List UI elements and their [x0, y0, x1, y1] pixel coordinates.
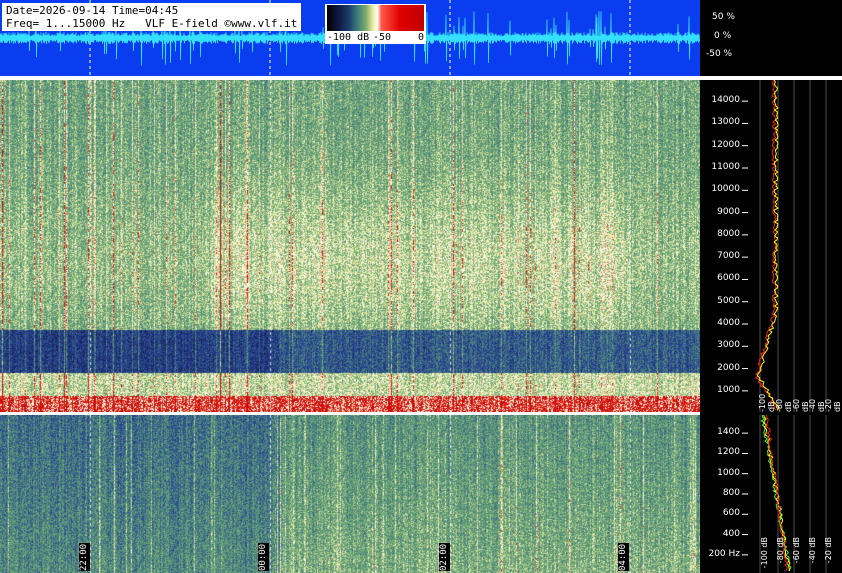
- time-label-0400: 04:00: [618, 543, 629, 571]
- scale-label-min: -100 dB: [327, 32, 369, 43]
- time-label-0000: 00:00: [258, 543, 269, 571]
- color-scale-legend: -100 dB -50 0: [325, 4, 426, 44]
- scale-label-mid: -50: [373, 32, 391, 43]
- db-label: -20 dB: [824, 537, 833, 563]
- freq-label: 10000: [700, 184, 740, 194]
- amp-label-0: 0 %: [714, 31, 731, 41]
- freq-label: 7000: [700, 251, 740, 261]
- db-label: -80 dB: [776, 537, 785, 563]
- freq-label: 3000: [700, 340, 740, 350]
- freq-label: 2000: [700, 363, 740, 373]
- freq-label: 800: [700, 488, 740, 498]
- freq-label: 6000: [700, 273, 740, 283]
- freq-label: 5000: [700, 296, 740, 306]
- freq-label: 600: [700, 508, 740, 518]
- freq-label: 400: [700, 529, 740, 539]
- freq-label: 200 Hz: [700, 549, 740, 559]
- freq-axis-wideband: -100 dB -80 dB -60 dB -40 dB -20 dB 1400…: [700, 80, 842, 412]
- color-scale-bar: [327, 5, 424, 31]
- time-label-0200: 02:00: [439, 543, 450, 571]
- freq-label: 1000: [700, 468, 740, 478]
- freq-label: 8000: [700, 229, 740, 239]
- db-label: -20 dB: [824, 386, 842, 412]
- amplitude-axis: 50 % 0 % -50 %: [700, 0, 842, 76]
- amp-label-neg50: -50 %: [706, 49, 732, 59]
- spectrogram-wideband: [0, 80, 700, 412]
- db-label: -100 dB: [758, 386, 776, 412]
- freq-label: 12000: [700, 140, 740, 150]
- db-label: -40 dB: [808, 537, 817, 563]
- freq-label: Freq= 1...15000 Hz VLF E-field ©www.vlf.…: [6, 17, 297, 30]
- db-label: -80 dB: [775, 386, 793, 412]
- scale-label-max: 0: [418, 32, 424, 43]
- db-label: -100 dB: [760, 537, 769, 568]
- freq-label: 4000: [700, 318, 740, 328]
- header-info: Date=2026-09-14 Time=04:45 Freq= 1...150…: [2, 3, 301, 31]
- freq-label: 14000: [700, 95, 740, 105]
- freq-label: 9000: [700, 207, 740, 217]
- db-label: -60 dB: [792, 537, 801, 563]
- time-label-2200: 22:00: [79, 543, 90, 571]
- freq-axis-lowband: -80 dB -60 dB -40 dB -20 dB -100 dB 1400…: [700, 415, 842, 573]
- spectrogram-lowband: [0, 415, 700, 573]
- freq-label: 13000: [700, 117, 740, 127]
- date-time-label: Date=2026-09-14 Time=04:45: [6, 4, 297, 17]
- freq-label: 11000: [700, 162, 740, 172]
- amp-label-50: 50 %: [712, 12, 735, 22]
- waveform-panel: Date=2026-09-14 Time=04:45 Freq= 1...150…: [0, 0, 700, 76]
- freq-label: 1200: [700, 447, 740, 457]
- freq-label: 1400: [700, 427, 740, 437]
- freq-label: 1000: [700, 385, 740, 395]
